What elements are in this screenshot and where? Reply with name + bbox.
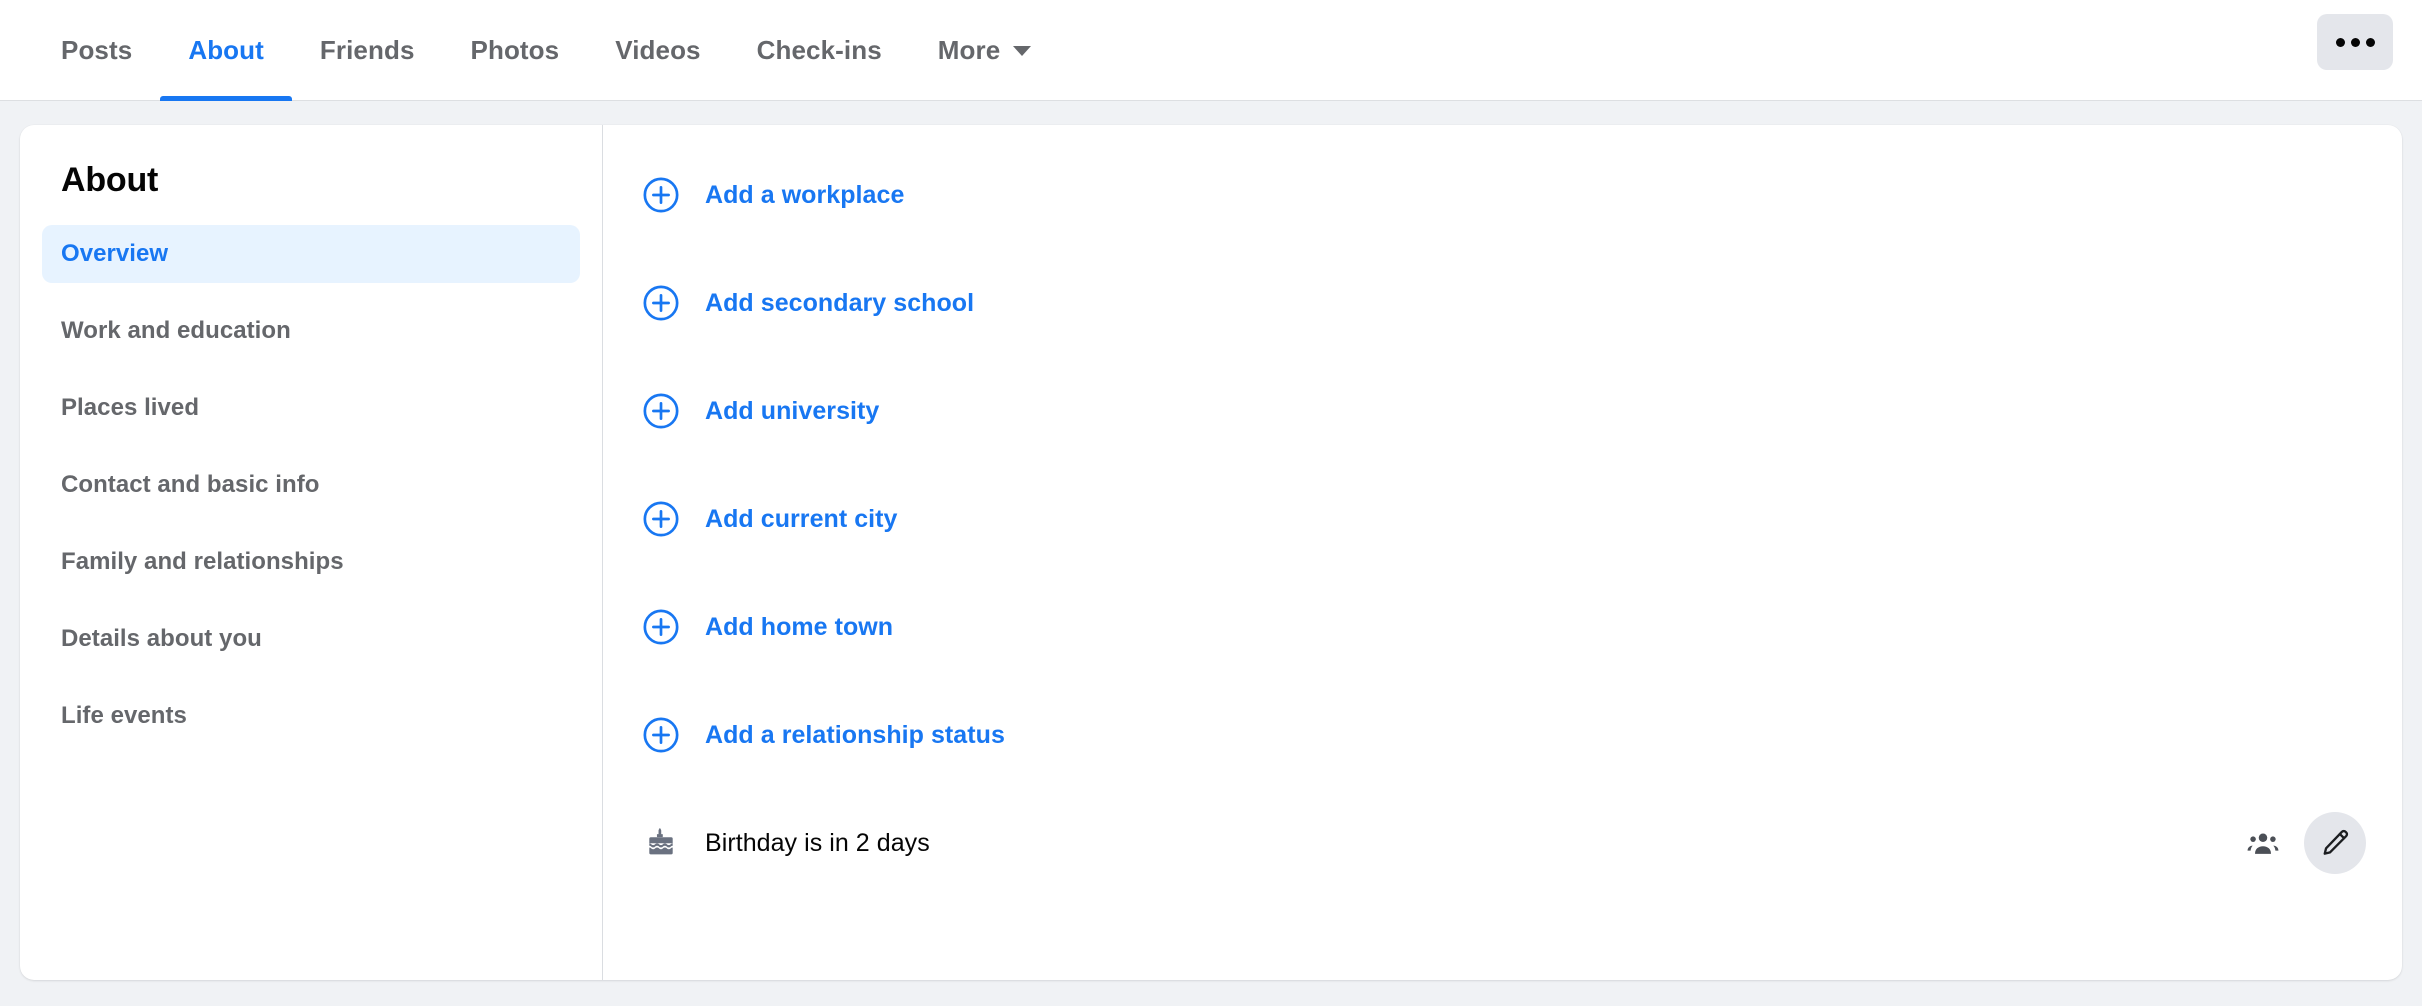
tab-about-label: About: [188, 35, 264, 65]
plus-circle-icon: [639, 500, 683, 538]
sidebar-item-label: Life events: [61, 702, 187, 729]
pencil-icon: [2323, 829, 2349, 855]
sidebar-item-contact-and-basic-info[interactable]: Contact and basic info: [42, 456, 580, 514]
add-relationship-status-row[interactable]: Add a relationship status: [639, 700, 2366, 770]
ellipsis-icon-dot: [2350, 37, 2360, 47]
sidebar-item-places-lived[interactable]: Places lived: [42, 379, 580, 437]
add-university-label: Add university: [705, 396, 880, 425]
ellipsis-icon-dot: [2335, 37, 2345, 47]
tab-check-ins-label: Check-ins: [756, 35, 882, 65]
sidebar-item-work-and-education[interactable]: Work and education: [42, 302, 580, 360]
birthday-cake-icon: [639, 825, 683, 861]
birthday-row: Birthday is in 2 days: [639, 808, 2366, 878]
sidebar-item-label: Details about you: [61, 625, 262, 652]
add-home-town-label: Add home town: [705, 612, 894, 641]
sidebar-item-details-about-you[interactable]: Details about you: [42, 610, 580, 668]
sidebar-item-overview[interactable]: Overview: [42, 225, 580, 283]
plus-circle-icon: [639, 392, 683, 430]
edit-birthday-button[interactable]: [2304, 812, 2366, 874]
sidebar-item-label: Family and relationships: [61, 548, 344, 575]
add-home-town-row[interactable]: Add home town: [639, 592, 2366, 662]
friends-group-icon[interactable]: [2244, 824, 2282, 862]
birthday-row-actions: [2244, 812, 2366, 874]
add-secondary-school-label: Add secondary school: [705, 288, 975, 317]
tab-posts[interactable]: Posts: [33, 0, 160, 101]
page-title: About: [61, 161, 159, 199]
plus-circle-icon: [639, 716, 683, 754]
profile-tab-bar: Posts About Friends Photos Videos Check-…: [0, 0, 2422, 101]
add-relationship-status-label: Add a relationship status: [705, 720, 1005, 749]
plus-circle-icon: [639, 608, 683, 646]
add-university-row[interactable]: Add university: [639, 376, 2366, 446]
tab-posts-label: Posts: [61, 35, 133, 65]
tab-more[interactable]: More: [910, 0, 1060, 101]
tab-photos[interactable]: Photos: [443, 0, 588, 101]
ellipsis-icon-dot: [2365, 37, 2375, 47]
sidebar-item-life-events[interactable]: Life events: [42, 687, 580, 745]
sidebar-item-label: Overview: [61, 240, 169, 267]
plus-circle-icon: [639, 284, 683, 322]
sidebar-item-family-and-relationships[interactable]: Family and relationships: [42, 533, 580, 591]
about-sidebar: About Overview Work and education Places…: [20, 125, 603, 980]
tab-videos-label: Videos: [615, 35, 701, 65]
sidebar-item-label: Contact and basic info: [61, 471, 320, 498]
tab-list: Posts About Friends Photos Videos Check-…: [0, 0, 2422, 101]
tab-videos[interactable]: Videos: [587, 0, 728, 101]
birthday-label: Birthday is in 2 days: [705, 828, 930, 857]
tab-photos-label: Photos: [470, 35, 560, 65]
sidebar-item-label: Work and education: [61, 317, 291, 344]
plus-circle-icon: [639, 176, 683, 214]
add-secondary-school-row[interactable]: Add secondary school: [639, 268, 2366, 338]
tab-friends-label: Friends: [319, 35, 415, 65]
tab-about[interactable]: About: [160, 0, 292, 101]
add-workplace-row[interactable]: Add a workplace: [639, 160, 2366, 230]
tab-friends[interactable]: Friends: [292, 0, 443, 101]
overview-panel: Add a workplace Add secondary school Add…: [603, 125, 2402, 980]
chevron-down-icon: [1013, 45, 1032, 56]
add-workplace-label: Add a workplace: [705, 180, 905, 209]
sidebar-item-label: Places lived: [61, 394, 200, 421]
tab-more-label: More: [937, 35, 1001, 65]
tab-check-ins[interactable]: Check-ins: [729, 0, 910, 101]
add-current-city-row[interactable]: Add current city: [639, 484, 2366, 554]
more-options-button[interactable]: [2317, 14, 2393, 70]
about-card: About Overview Work and education Places…: [20, 125, 2402, 980]
add-current-city-label: Add current city: [705, 504, 898, 533]
